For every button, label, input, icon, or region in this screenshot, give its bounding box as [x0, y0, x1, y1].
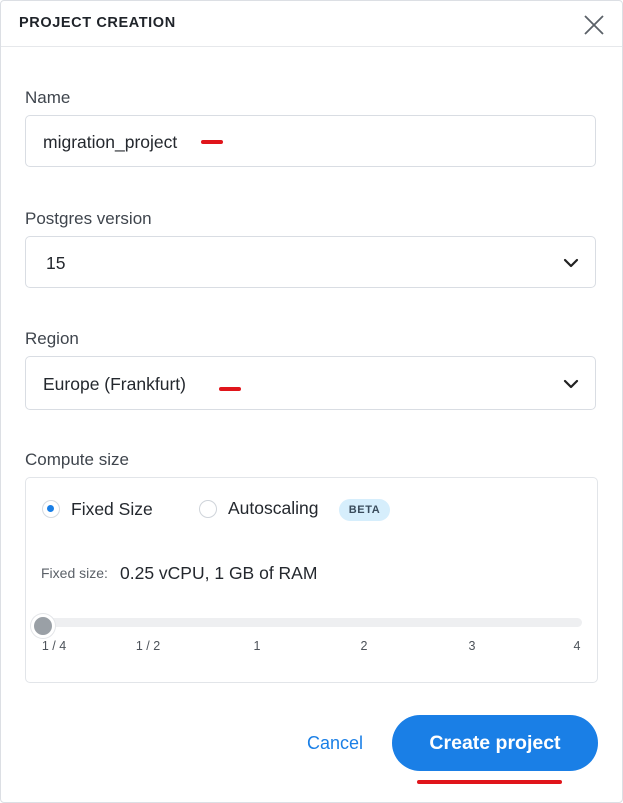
name-label: Name [25, 88, 71, 107]
close-button[interactable] [581, 12, 607, 38]
fixed-size-caption: Fixed size: [41, 565, 108, 581]
compute-size-panel: Fixed Size Autoscaling BETA Fixed size: … [25, 477, 598, 683]
postgres-version-label: Postgres version [25, 209, 152, 228]
dialog-header: PROJECT CREATION [1, 1, 622, 47]
compute-size-label: Compute size [25, 450, 129, 469]
slider-tick: 1 / 2 [135, 639, 161, 653]
project-creation-dialog: PROJECT CREATION Name migration_project … [0, 0, 623, 803]
annotation-mark [201, 140, 223, 144]
chevron-down-icon [563, 258, 579, 268]
region-select[interactable]: Europe (Frankfurt) [25, 356, 596, 410]
cancel-button[interactable]: Cancel [293, 725, 377, 761]
name-input[interactable]: migration_project [25, 115, 596, 167]
region-value: Europe (Frankfurt) [43, 374, 186, 394]
postgres-version-select[interactable]: 15 [25, 236, 596, 288]
chevron-down-icon [563, 379, 579, 389]
slider-tick: 2 [360, 639, 368, 653]
compute-slider-track[interactable] [40, 618, 582, 627]
compute-slider-thumb[interactable] [31, 614, 55, 638]
dialog-title: PROJECT CREATION [19, 15, 176, 31]
fixed-size-radio[interactable] [42, 500, 60, 518]
autoscaling-radio[interactable] [199, 500, 217, 518]
region-label: Region [25, 329, 79, 348]
postgres-version-value: 15 [46, 253, 66, 273]
annotation-underline [417, 780, 562, 784]
annotation-mark [219, 387, 241, 391]
autoscaling-label[interactable]: Autoscaling [228, 498, 318, 519]
create-project-button[interactable]: Create project [392, 715, 598, 771]
name-value: migration_project [43, 132, 178, 152]
slider-tick: 3 [468, 639, 476, 653]
fixed-size-value: 0.25 vCPU, 1 GB of RAM [120, 563, 318, 583]
close-icon [584, 15, 604, 35]
beta-badge: BETA [339, 499, 390, 521]
fixed-size-label[interactable]: Fixed Size [71, 499, 153, 520]
slider-tick: 1 / 4 [41, 639, 67, 653]
slider-tick: 1 [253, 639, 261, 653]
slider-tick: 4 [573, 639, 581, 653]
